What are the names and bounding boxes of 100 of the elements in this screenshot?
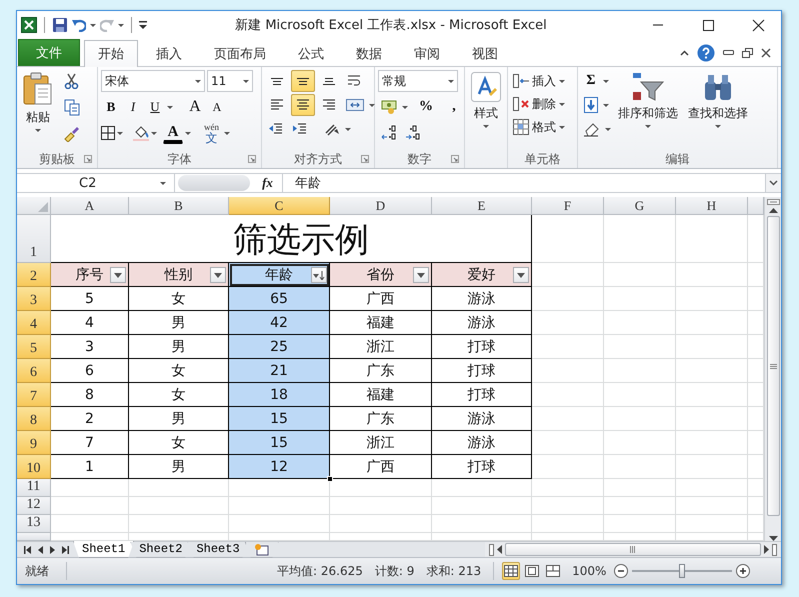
scroll-right-icon[interactable]	[764, 545, 769, 554]
zoom-in-icon[interactable]	[736, 564, 750, 578]
first-sheet-icon[interactable]	[24, 546, 31, 554]
italic-button[interactable]: I	[123, 96, 143, 118]
previous-sheet-icon[interactable]	[38, 546, 43, 554]
filter-button[interactable]	[413, 267, 429, 283]
ribbon-tab[interactable]: 数据	[342, 40, 396, 66]
find-select-button[interactable]: 查找和选择	[685, 70, 751, 150]
caret-icon[interactable]	[224, 132, 230, 134]
font-size-field[interactable]: 11	[207, 70, 253, 92]
row-header[interactable]: 11	[17, 479, 51, 497]
last-sheet-icon[interactable]	[62, 546, 69, 554]
split-handle-icon[interactable]	[766, 199, 780, 205]
splitter-handle[interactable]	[178, 175, 250, 191]
row-header[interactable]: 4	[17, 311, 51, 335]
column-header[interactable]: D	[330, 197, 432, 215]
caret-icon[interactable]	[35, 129, 41, 132]
next-sheet-icon[interactable]	[50, 546, 55, 554]
row-header[interactable]: 10	[17, 455, 51, 479]
comma-button[interactable]: ,	[444, 96, 464, 118]
close-icon[interactable]	[761, 48, 771, 58]
cells-menu-button[interactable]: 插入	[511, 70, 567, 92]
filter-button[interactable]	[110, 267, 126, 283]
caret-icon[interactable]	[402, 106, 408, 108]
ribbon-tab[interactable]: 文件	[18, 39, 80, 66]
collapse-icon[interactable]	[680, 50, 689, 56]
row-header[interactable]: 2	[17, 263, 51, 287]
new-sheet-icon[interactable]	[254, 542, 270, 556]
grow-font-button[interactable]: A	[185, 96, 205, 118]
caret-icon[interactable]	[483, 125, 489, 128]
split-handle-icon[interactable]	[772, 544, 777, 556]
caret-icon[interactable]	[603, 104, 609, 106]
name-box[interactable]: C2	[17, 174, 175, 192]
view-button[interactable]	[544, 562, 562, 580]
font-color-button[interactable]: A	[163, 122, 183, 144]
autosum-button[interactable]: Σ	[581, 70, 601, 92]
customize-icon[interactable]	[139, 20, 147, 30]
number-format-field[interactable]: 常规	[378, 70, 458, 92]
row-header[interactable]: 1	[17, 215, 51, 263]
caret-icon[interactable]	[345, 128, 351, 130]
percent-button[interactable]: %	[416, 96, 436, 118]
cells-menu-button[interactable]: 删除	[511, 93, 567, 115]
caret-icon[interactable]	[603, 80, 609, 82]
shrink-font-button[interactable]: A	[207, 96, 227, 118]
caret-icon[interactable]	[448, 80, 454, 82]
ribbon-tab[interactable]: 插入	[142, 40, 196, 66]
filter-button[interactable]	[210, 267, 226, 283]
header-cell[interactable]: 爱好	[432, 263, 532, 287]
caret-icon[interactable]	[645, 125, 651, 128]
paste-button[interactable]: 粘贴	[20, 70, 56, 150]
launcher-icon[interactable]	[361, 155, 369, 163]
zoom-out-icon[interactable]	[614, 564, 628, 578]
save-icon[interactable]	[52, 17, 68, 33]
caret-icon[interactable]	[117, 132, 123, 134]
caret-icon[interactable]	[715, 125, 721, 128]
row-header[interactable]: 5	[17, 335, 51, 359]
scrollbar-thumb[interactable]	[766, 216, 780, 516]
help-icon[interactable]	[697, 44, 715, 62]
sheet-tab[interactable]: Sheet1	[73, 541, 134, 558]
caret-icon[interactable]	[118, 24, 124, 26]
column-header[interactable]: E	[432, 197, 532, 215]
row-header[interactable]: 12	[17, 497, 51, 515]
underline-button[interactable]: U	[145, 96, 165, 118]
expand-icon[interactable]	[769, 180, 778, 186]
caret-icon[interactable]	[160, 182, 166, 184]
filter-button[interactable]	[513, 267, 529, 283]
ribbon-tab[interactable]: 页面布局	[200, 40, 280, 66]
view-button[interactable]	[502, 562, 520, 580]
caret-icon[interactable]	[243, 80, 249, 82]
row-header[interactable]: 13	[17, 515, 51, 533]
close-icon[interactable]	[752, 18, 764, 32]
align-middle-icon[interactable]	[291, 70, 315, 92]
row-header[interactable]: 3	[17, 287, 51, 311]
fill-icon[interactable]	[581, 94, 601, 116]
cells-menu-button[interactable]: 格式	[511, 116, 567, 138]
maximize-icon[interactable]	[702, 18, 714, 32]
caret-icon[interactable]	[151, 132, 157, 134]
ribbon-tab[interactable]: 审阅	[400, 40, 454, 66]
sort-filter-button[interactable]: 排序和筛选	[615, 70, 681, 150]
caret-icon[interactable]	[185, 132, 191, 134]
ribbon-tab[interactable]: 开始	[84, 40, 138, 67]
column-header[interactable]: C	[229, 197, 330, 215]
scroll-left-icon[interactable]	[497, 545, 502, 554]
caret-icon[interactable]	[167, 106, 173, 108]
header-cell[interactable]: 年龄	[229, 263, 330, 287]
phonetic-button[interactable]: wén 文	[201, 122, 222, 144]
header-cell[interactable]: 省份	[330, 263, 432, 287]
minimize-icon[interactable]	[723, 50, 734, 56]
split-handle-icon[interactable]	[489, 544, 494, 556]
ribbon-tab[interactable]: 公式	[284, 40, 338, 66]
header-cell[interactable]: 序号	[51, 263, 129, 287]
bold-button[interactable]: B	[101, 96, 121, 118]
styles-button[interactable]: 样式	[468, 70, 504, 150]
restore-icon[interactable]	[742, 48, 753, 58]
column-header[interactable]: B	[129, 197, 229, 215]
filter-button[interactable]	[311, 267, 327, 283]
caret-icon[interactable]	[90, 24, 96, 26]
scroll-up-icon[interactable]	[768, 208, 778, 213]
undo-icon[interactable]	[72, 18, 86, 32]
fill-handle[interactable]	[327, 476, 333, 482]
